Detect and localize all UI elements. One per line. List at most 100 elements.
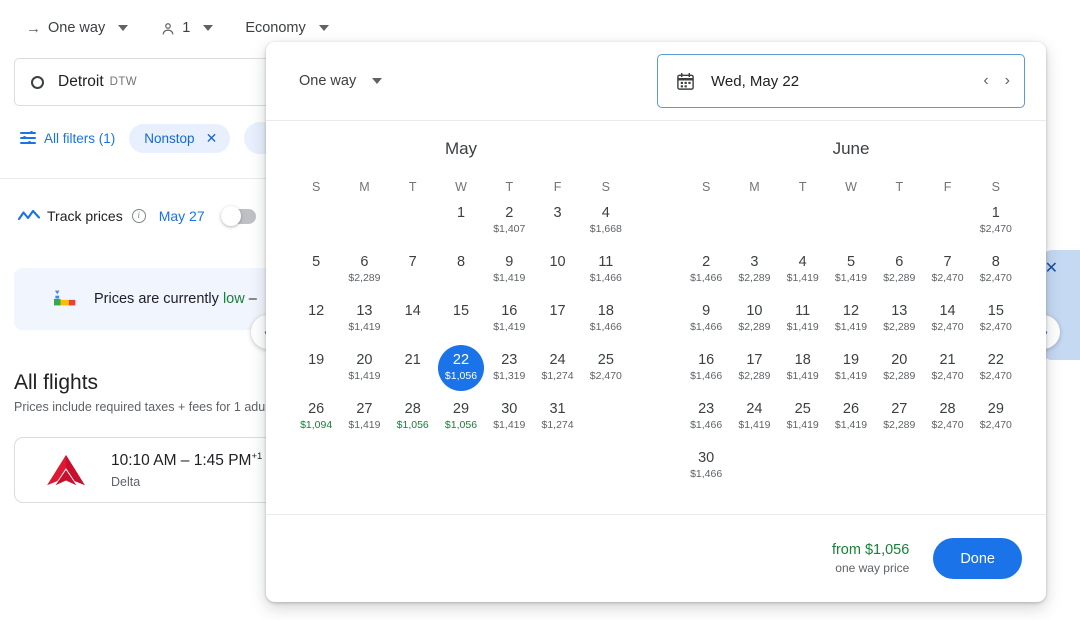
trip-type-selector[interactable]: → One way xyxy=(18,16,136,40)
calendar-day[interactable]: 9 $1,419 xyxy=(485,251,533,300)
footer-price-caption: one way price xyxy=(835,561,910,576)
passenger-selector[interactable]: 1 xyxy=(152,16,221,40)
filter-sliders-icon xyxy=(20,131,36,145)
track-prices-label: Track prices xyxy=(47,208,123,224)
calendar-day[interactable]: 12 xyxy=(292,300,340,349)
calendar-day[interactable]: 18 $1,466 xyxy=(582,300,630,349)
calendar-day[interactable]: 7 $2,470 xyxy=(923,251,971,300)
day-number: 3 xyxy=(750,254,759,270)
close-icon[interactable]: ✕ xyxy=(206,131,218,145)
calendar-day[interactable]: 30 $1,466 xyxy=(682,447,730,496)
calendar-day[interactable]: 29 $2,470 xyxy=(972,398,1020,447)
calendar-day[interactable]: 6 $2,289 xyxy=(340,251,388,300)
calendar-day[interactable]: 24 $1,274 xyxy=(533,349,581,398)
calendar-day[interactable]: 2 $1,466 xyxy=(682,251,730,300)
calendar-day[interactable]: 22 $2,470 xyxy=(972,349,1020,398)
calendar-day[interactable]: 4 $1,419 xyxy=(779,251,827,300)
person-icon xyxy=(160,21,175,36)
calendar-day[interactable]: 26 $1,419 xyxy=(827,398,875,447)
calendar-day[interactable]: 21 xyxy=(389,349,437,398)
calendar-day[interactable]: 14 xyxy=(389,300,437,349)
calendar-day[interactable]: 11 $1,419 xyxy=(779,300,827,349)
previous-day-icon[interactable]: ‹ xyxy=(983,73,988,89)
calendar-week-row: 5 6 $2,289 7 8 9 $1,419 10 11 $1,466 xyxy=(292,251,630,300)
calendar-day[interactable]: 15 $2,470 xyxy=(972,300,1020,349)
flight-result-row[interactable]: 10:10 AM – 1:45 PM+1 Delta xyxy=(14,437,304,503)
calendar-day[interactable]: 31 $1,274 xyxy=(533,398,581,447)
info-icon[interactable]: i xyxy=(131,209,146,223)
next-day-icon[interactable]: › xyxy=(1005,73,1010,89)
calendar-day[interactable]: 27 $1,419 xyxy=(340,398,388,447)
calendar-day[interactable]: 5 xyxy=(292,251,340,300)
calendar-day[interactable]: 25 $1,419 xyxy=(779,398,827,447)
calendar-day[interactable]: 28 $1,056 xyxy=(389,398,437,447)
calendar-icon xyxy=(676,72,695,91)
all-filters-button[interactable]: All filters (1) xyxy=(20,131,115,146)
cabin-class-selector[interactable]: Economy xyxy=(237,16,336,40)
calendar-day[interactable]: 24 $1,419 xyxy=(730,398,778,447)
calendar-day[interactable]: 16 $1,419 xyxy=(485,300,533,349)
footer-from-price: from $1,056 xyxy=(831,541,910,558)
calendar-day[interactable]: 26 $1,094 xyxy=(292,398,340,447)
calendar-day[interactable]: 1 $2,470 xyxy=(972,202,1020,251)
calendar-day[interactable]: 16 $1,466 xyxy=(682,349,730,398)
weekday-header: S xyxy=(991,180,1001,194)
calendar-day[interactable]: 10 $2,289 xyxy=(730,300,778,349)
calendar-day[interactable]: 18 $1,419 xyxy=(779,349,827,398)
calendar-day[interactable]: 17 xyxy=(533,300,581,349)
calendar-day[interactable]: 5 $1,419 xyxy=(827,251,875,300)
calendar-day[interactable]: 25 $2,470 xyxy=(582,349,630,398)
day-price: $1,419 xyxy=(786,370,819,382)
calendar-day[interactable]: 10 xyxy=(533,251,581,300)
calendar-day[interactable]: 19 xyxy=(292,349,340,398)
calendar-day[interactable]: 8 xyxy=(437,251,485,300)
calendar-day[interactable]: 11 $1,466 xyxy=(582,251,630,300)
calendar-day[interactable]: 6 $2,289 xyxy=(875,251,923,300)
calendar-day[interactable]: 20 $2,289 xyxy=(875,349,923,398)
calendar-day[interactable]: 28 $2,470 xyxy=(923,398,971,447)
calendar-day[interactable]: 12 $1,419 xyxy=(827,300,875,349)
calendar-day[interactable]: 14 $2,470 xyxy=(923,300,971,349)
calendar-day[interactable]: 3 xyxy=(533,202,581,251)
day-price: $1,419 xyxy=(348,321,381,333)
calendar-day[interactable]: 23 $1,466 xyxy=(682,398,730,447)
calendar-day[interactable]: 23 $1,319 xyxy=(485,349,533,398)
calendar-day[interactable]: 13 $2,289 xyxy=(875,300,923,349)
day-price: $2,470 xyxy=(931,419,964,431)
calendar-day[interactable]: 30 $1,419 xyxy=(485,398,533,447)
done-button[interactable]: Done xyxy=(933,538,1022,579)
departure-date-input[interactable]: Wed, May 22 ‹ › xyxy=(657,54,1025,108)
day-number: 23 xyxy=(501,352,518,368)
calendar-day[interactable]: 21 $2,470 xyxy=(923,349,971,398)
day-number: 31 xyxy=(549,401,566,417)
calendar-day[interactable]: 27 $2,289 xyxy=(875,398,923,447)
calendar-day[interactable]: 9 $1,466 xyxy=(682,300,730,349)
calendar-day[interactable]: 1 xyxy=(437,202,485,251)
track-prices-date[interactable]: May 27 xyxy=(159,208,205,224)
track-prices-toggle[interactable] xyxy=(220,206,256,226)
calendar-day[interactable]: 29 $1,056 xyxy=(437,398,485,447)
day-price: $2,470 xyxy=(979,272,1012,284)
day-price: $1,419 xyxy=(786,419,819,431)
side-panel-close-icon[interactable]: ✕ xyxy=(1045,258,1058,278)
date-picker-footer: from $1,056 one way price Done xyxy=(266,514,1046,602)
calendar-day-selected[interactable]: 22 $1,056 xyxy=(437,345,485,398)
calendar-day[interactable]: 17 $2,289 xyxy=(730,349,778,398)
modal-trip-type-selector[interactable]: One way xyxy=(299,73,383,89)
calendar-day[interactable]: 19 $1,419 xyxy=(827,349,875,398)
weekday-header-row: SMTWTFS xyxy=(292,180,630,194)
calendar-day[interactable]: 2 $1,407 xyxy=(485,202,533,251)
weekday-header: T xyxy=(505,180,514,194)
calendar-week-row: 19 20 $1,419 21 22 $1,056 23 $1,319 24 $1,274 25 $2… xyxy=(292,345,630,398)
day-price: $2,470 xyxy=(931,370,964,382)
calendar-day[interactable]: 8 $2,470 xyxy=(972,251,1020,300)
calendar-day[interactable]: 15 xyxy=(437,300,485,349)
calendar-day[interactable]: 4 $1,668 xyxy=(582,202,630,251)
calendar-day[interactable]: 3 $2,289 xyxy=(730,251,778,300)
calendar-day[interactable]: 7 xyxy=(389,251,437,300)
calendar-day[interactable]: 20 $1,419 xyxy=(340,349,388,398)
calendar-day[interactable]: 13 $1,419 xyxy=(340,300,388,349)
day-number: 19 xyxy=(308,352,325,368)
day-number: 12 xyxy=(308,303,325,319)
filter-chip-nonstop[interactable]: Nonstop ✕ xyxy=(129,123,231,153)
